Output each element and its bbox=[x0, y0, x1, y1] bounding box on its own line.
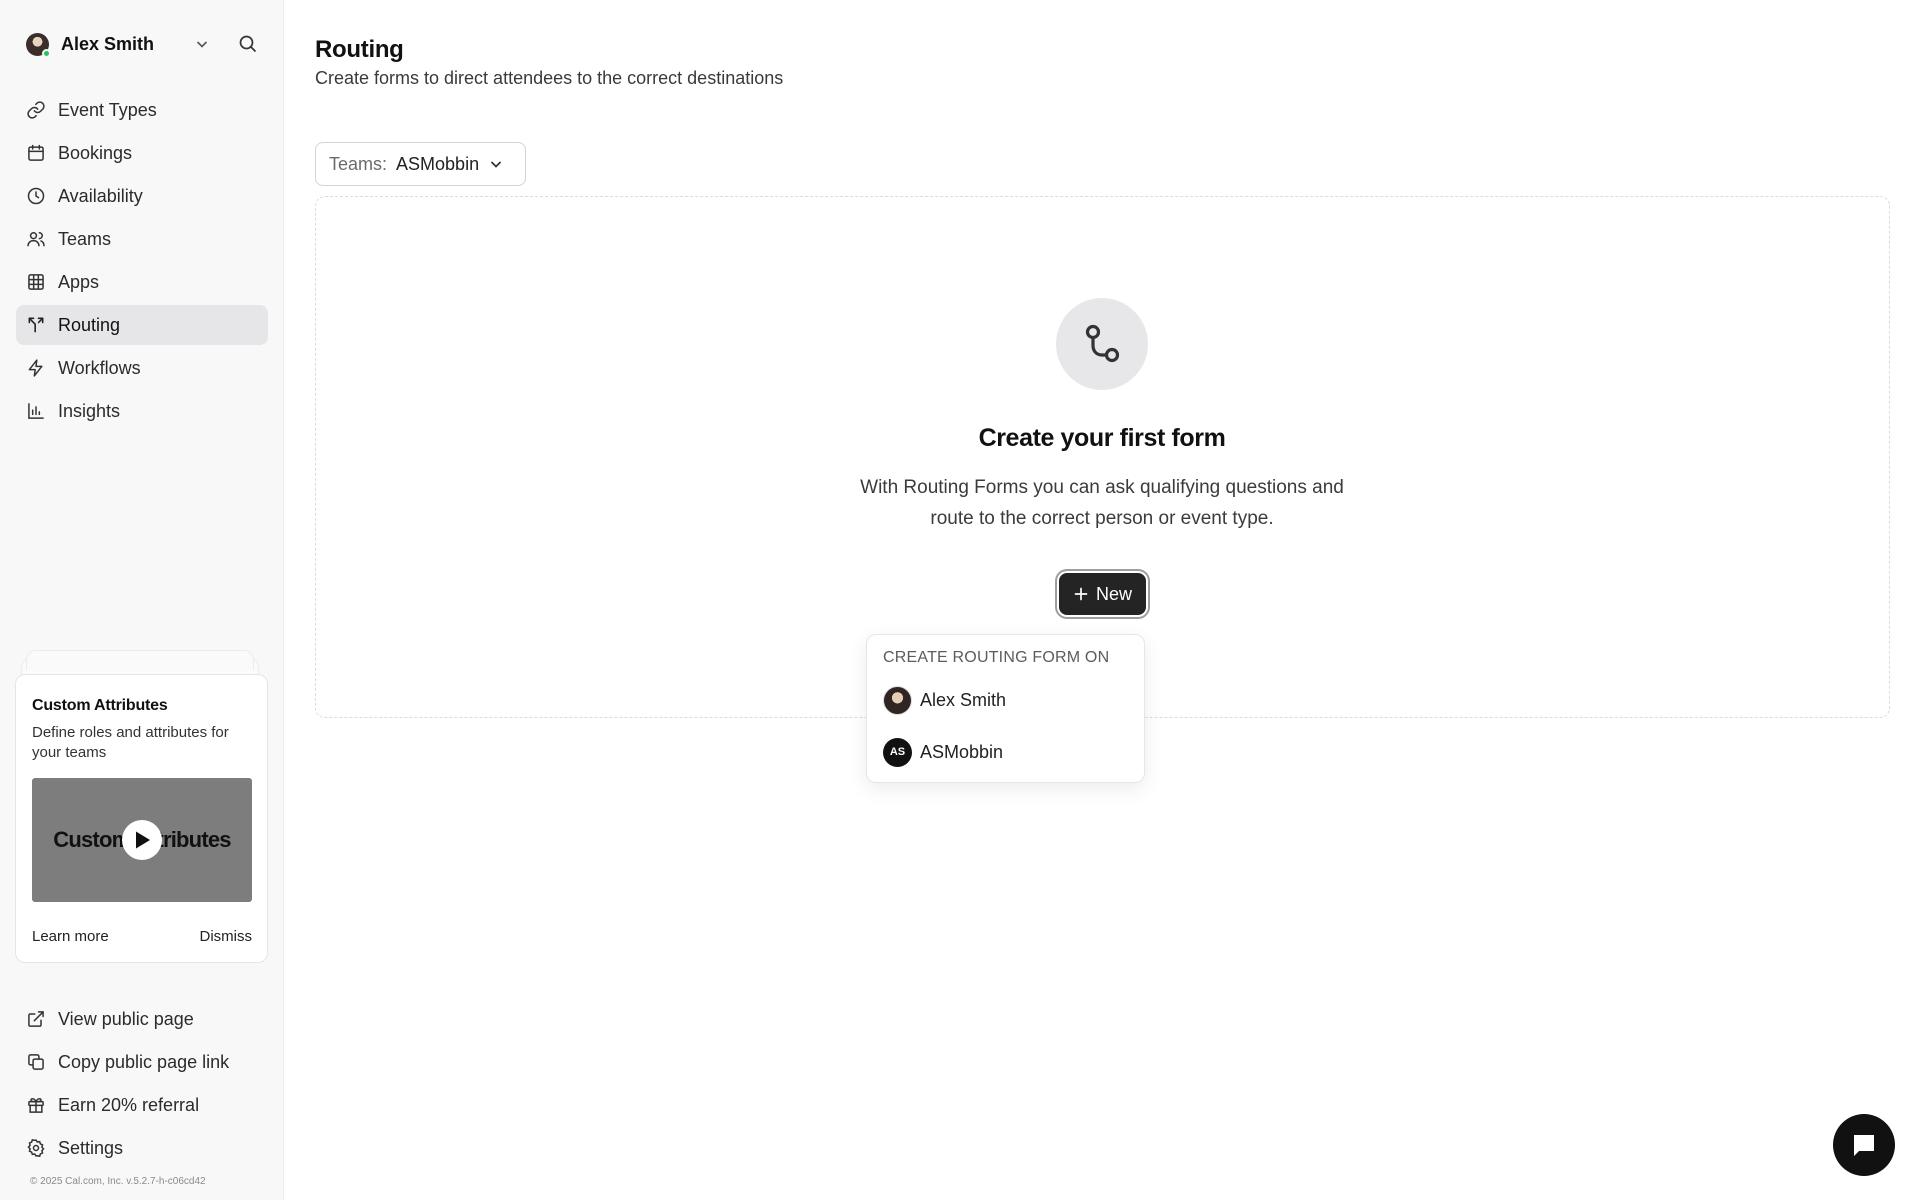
copy-icon bbox=[28, 1054, 44, 1070]
nav-item-referral[interactable]: Earn 20% referral bbox=[16, 1085, 268, 1125]
nav-item-workflows[interactable]: Workflows bbox=[16, 348, 268, 388]
nav-item-settings[interactable]: Settings bbox=[16, 1128, 268, 1168]
user-avatar bbox=[26, 32, 51, 58]
chat-button[interactable] bbox=[1833, 1114, 1895, 1176]
clock-icon bbox=[27, 187, 45, 205]
link-icon bbox=[27, 101, 45, 119]
plus-icon bbox=[1074, 587, 1088, 601]
chevron-down-icon bbox=[490, 161, 502, 168]
promo-title: Custom Attributes bbox=[32, 697, 168, 714]
play-button[interactable] bbox=[122, 820, 162, 860]
gift-icon bbox=[28, 1097, 44, 1113]
dropdown-header: CREATE ROUTING FORM ON bbox=[883, 649, 1110, 666]
chevron-down-icon[interactable] bbox=[194, 36, 210, 52]
nav-label: Bookings bbox=[58, 142, 133, 163]
learn-more-link[interactable]: Learn more bbox=[32, 928, 109, 945]
external-link-icon bbox=[28, 1011, 44, 1027]
bar-chart-icon bbox=[28, 403, 44, 419]
nav-label: Earn 20% referral bbox=[58, 1094, 200, 1115]
dropdown-item-alex-smith[interactable]: Alex Smith bbox=[871, 678, 1141, 722]
calendar-icon bbox=[28, 144, 44, 161]
create-form-dropdown: CREATE ROUTING FORM ON Alex Smith AS ASM… bbox=[866, 634, 1145, 783]
nav-label: Insights bbox=[58, 400, 121, 421]
nav-item-apps[interactable]: Apps bbox=[16, 262, 268, 302]
nav-label: Apps bbox=[58, 271, 100, 292]
new-button-label: New bbox=[1095, 583, 1132, 604]
empty-state-description: With Routing Forms you can ask qualifyin… bbox=[860, 477, 1344, 529]
nav-item-event-types[interactable]: Event Types bbox=[16, 90, 268, 130]
nav-label: Routing bbox=[58, 314, 121, 335]
user-name: Alex Smith bbox=[61, 33, 155, 54]
online-indicator bbox=[42, 48, 51, 58]
empty-state-title: Create your first form bbox=[978, 424, 1226, 452]
users-icon bbox=[27, 232, 45, 247]
routing-icon bbox=[28, 317, 44, 333]
page-title: Routing bbox=[315, 36, 404, 63]
main-nav: Event Types Bookings Availability Teams … bbox=[16, 90, 268, 434]
dropdown-item-label: Alex Smith bbox=[920, 689, 1007, 710]
routing-icon bbox=[1056, 298, 1148, 390]
nav-label: Event Types bbox=[58, 99, 157, 120]
promo-description: Define roles and attributes for your tea… bbox=[32, 724, 229, 761]
nav-label: Teams bbox=[58, 228, 112, 249]
nav-label: Settings bbox=[58, 1137, 124, 1158]
bottom-nav: View public page Copy public page link E… bbox=[16, 999, 268, 1171]
gear-icon bbox=[27, 1138, 45, 1158]
user-menu[interactable]: Alex Smith bbox=[26, 32, 266, 58]
nav-item-copy-public-link[interactable]: Copy public page link bbox=[16, 1042, 268, 1082]
teams-filter-select[interactable]: Teams: ASMobbin bbox=[315, 142, 526, 186]
nav-item-availability[interactable]: Availability bbox=[16, 176, 268, 216]
nav-label: Workflows bbox=[58, 357, 141, 378]
dismiss-button[interactable]: Dismiss bbox=[200, 928, 253, 945]
play-icon bbox=[136, 831, 150, 849]
dropdown-item-label: ASMobbin bbox=[920, 741, 1004, 762]
search-icon[interactable] bbox=[238, 34, 258, 54]
dropdown-item-asmobbin[interactable]: AS ASMobbin bbox=[871, 730, 1141, 774]
sidebar: Alex Smith Event Types Bookings Availabi… bbox=[0, 0, 284, 1200]
nav-item-bookings[interactable]: Bookings bbox=[16, 133, 268, 173]
nav-item-teams[interactable]: Teams bbox=[16, 219, 268, 259]
nav-label: Copy public page link bbox=[58, 1051, 230, 1072]
nav-item-view-public-page[interactable]: View public page bbox=[16, 999, 268, 1039]
avatar bbox=[883, 685, 912, 715]
nav-item-routing[interactable]: Routing bbox=[16, 305, 268, 345]
page-subtitle: Create forms to direct attendees to the … bbox=[315, 68, 784, 88]
promo-stack-shadow bbox=[26, 650, 254, 670]
chat-icon bbox=[1854, 1135, 1874, 1156]
copyright-text: © 2025 Cal.com, Inc. v.5.2.7-h-c06cd42 bbox=[30, 1176, 206, 1187]
avatar: AS bbox=[883, 737, 912, 767]
nav-label: Availability bbox=[58, 185, 143, 206]
filter-value: ASMobbin bbox=[396, 153, 479, 174]
nav-label: View public page bbox=[58, 1008, 194, 1029]
new-form-button[interactable]: New bbox=[1059, 573, 1146, 615]
promo-card-custom-attributes: Custom Attributes Define roles and attri… bbox=[15, 674, 268, 963]
filter-label: Teams: bbox=[329, 153, 388, 174]
zap-icon bbox=[28, 359, 43, 377]
grid-icon bbox=[28, 274, 44, 290]
promo-video[interactable]: Custom Attributes bbox=[32, 778, 252, 902]
